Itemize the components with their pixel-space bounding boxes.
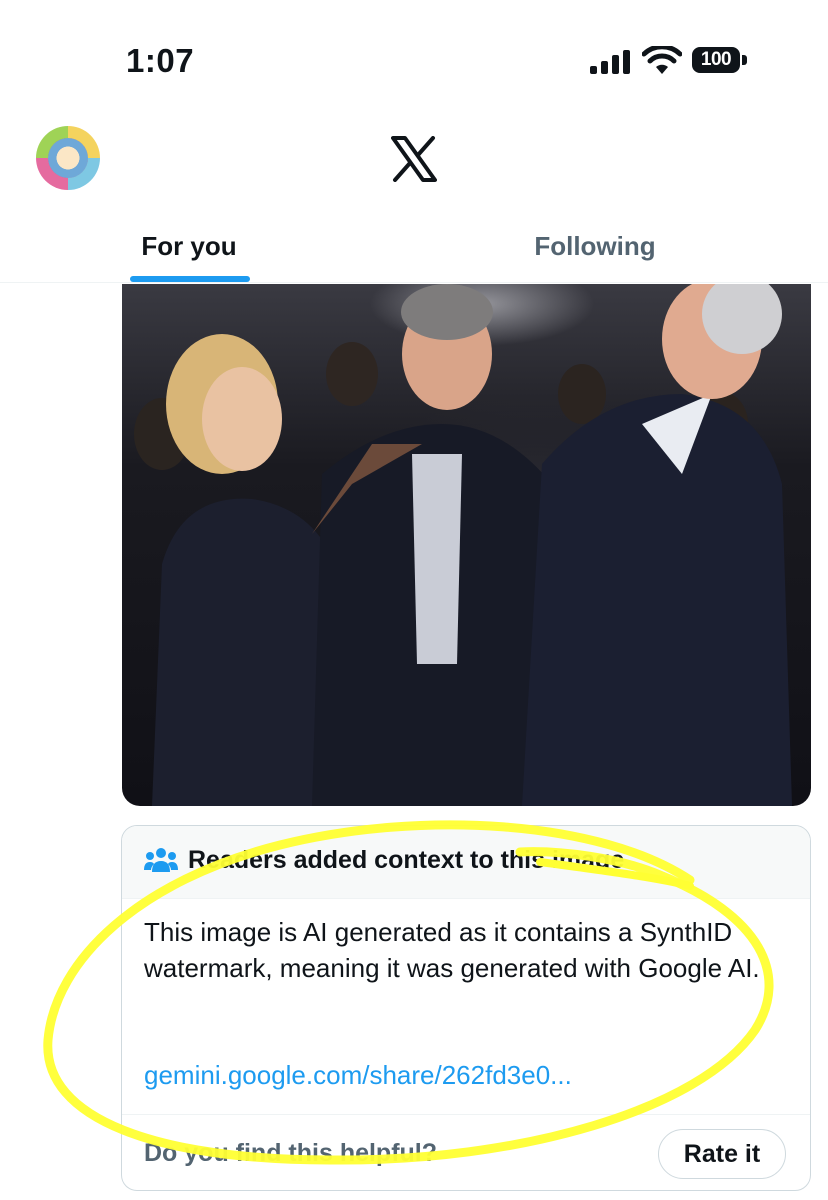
people-icon <box>144 848 178 872</box>
avatar[interactable] <box>36 126 100 190</box>
tab-selected-indicator <box>130 276 250 282</box>
signal-icon <box>590 50 630 74</box>
status-time: 1:07 <box>126 42 195 79</box>
helpful-prompt: Do you find this helpful? <box>144 1139 438 1167</box>
post-image[interactable] <box>122 284 811 806</box>
timeline-tabs: For you Following <box>0 210 828 283</box>
battery-tip <box>742 55 747 65</box>
community-note-title: Readers added context to this image <box>188 846 625 874</box>
rate-it-button[interactable]: Rate it <box>658 1129 786 1179</box>
community-note-footer: Do you find this helpful? Rate it <box>122 1114 810 1190</box>
community-note-body: This image is AI generated as it contain… <box>144 917 760 983</box>
avatar-art <box>48 138 88 178</box>
x-logo-icon[interactable] <box>391 136 437 182</box>
battery-icon: 100 <box>692 47 748 75</box>
battery-level: 100 <box>692 47 740 73</box>
wifi-icon <box>642 46 682 74</box>
community-note-header: Readers added context to this image <box>122 826 810 899</box>
community-note-link[interactable]: gemini.google.com/share/262fd3e0... <box>144 1060 572 1091</box>
community-note: Readers added context to this image This… <box>121 825 811 1191</box>
status-bar: 1:07 100 <box>0 0 828 110</box>
tab-following[interactable]: Following <box>490 210 700 282</box>
post-image-art <box>134 284 792 806</box>
tab-for-you[interactable]: For you <box>100 210 278 282</box>
